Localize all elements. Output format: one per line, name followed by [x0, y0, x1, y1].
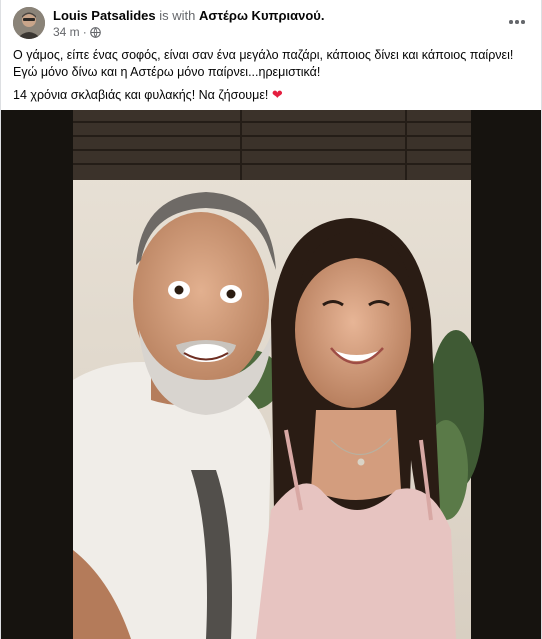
dot — [509, 20, 513, 24]
post-text-line-2: 14 χρόνια σκλαβιάς και φυλακής! Να ζήσου… — [13, 86, 529, 104]
with-text: is with — [159, 8, 196, 23]
dot — [515, 20, 519, 24]
post-header: Louis Patsalides is with Αστέρω Κυπριανο… — [1, 0, 541, 44]
separator-dot: · — [82, 25, 87, 39]
dot — [521, 20, 525, 24]
heart-emoji: ❤ — [271, 87, 283, 102]
post-subline: 34 m · — [53, 25, 501, 40]
post-title-line: Louis Patsalides is with Αστέρω Κυπριανο… — [53, 7, 501, 24]
post-text: Ο γάμος, είπε ένας σοφός, είναι σαν ένα … — [13, 47, 529, 104]
post-photo[interactable] — [1, 110, 541, 639]
facebook-post: Louis Patsalides is with Αστέρω Κυπριανο… — [0, 0, 542, 639]
post-meta: Louis Patsalides is with Αστέρω Κυπριανο… — [53, 7, 501, 40]
globe-icon[interactable] — [89, 27, 101, 38]
post-text-line-2-text: 14 χρόνια σκλαβιάς και φυλακής! Να ζήσου… — [13, 88, 269, 102]
author-name[interactable]: Louis Patsalides — [53, 8, 156, 23]
tagged-person[interactable]: Αστέρω Κυπριανού. — [199, 8, 325, 23]
post-timestamp[interactable]: 34 m — [53, 25, 80, 40]
post-text-line-1: Ο γάμος, είπε ένας σοφός, είναι σαν ένα … — [13, 48, 514, 79]
author-avatar[interactable] — [13, 7, 45, 39]
more-options-icon[interactable] — [507, 12, 527, 32]
